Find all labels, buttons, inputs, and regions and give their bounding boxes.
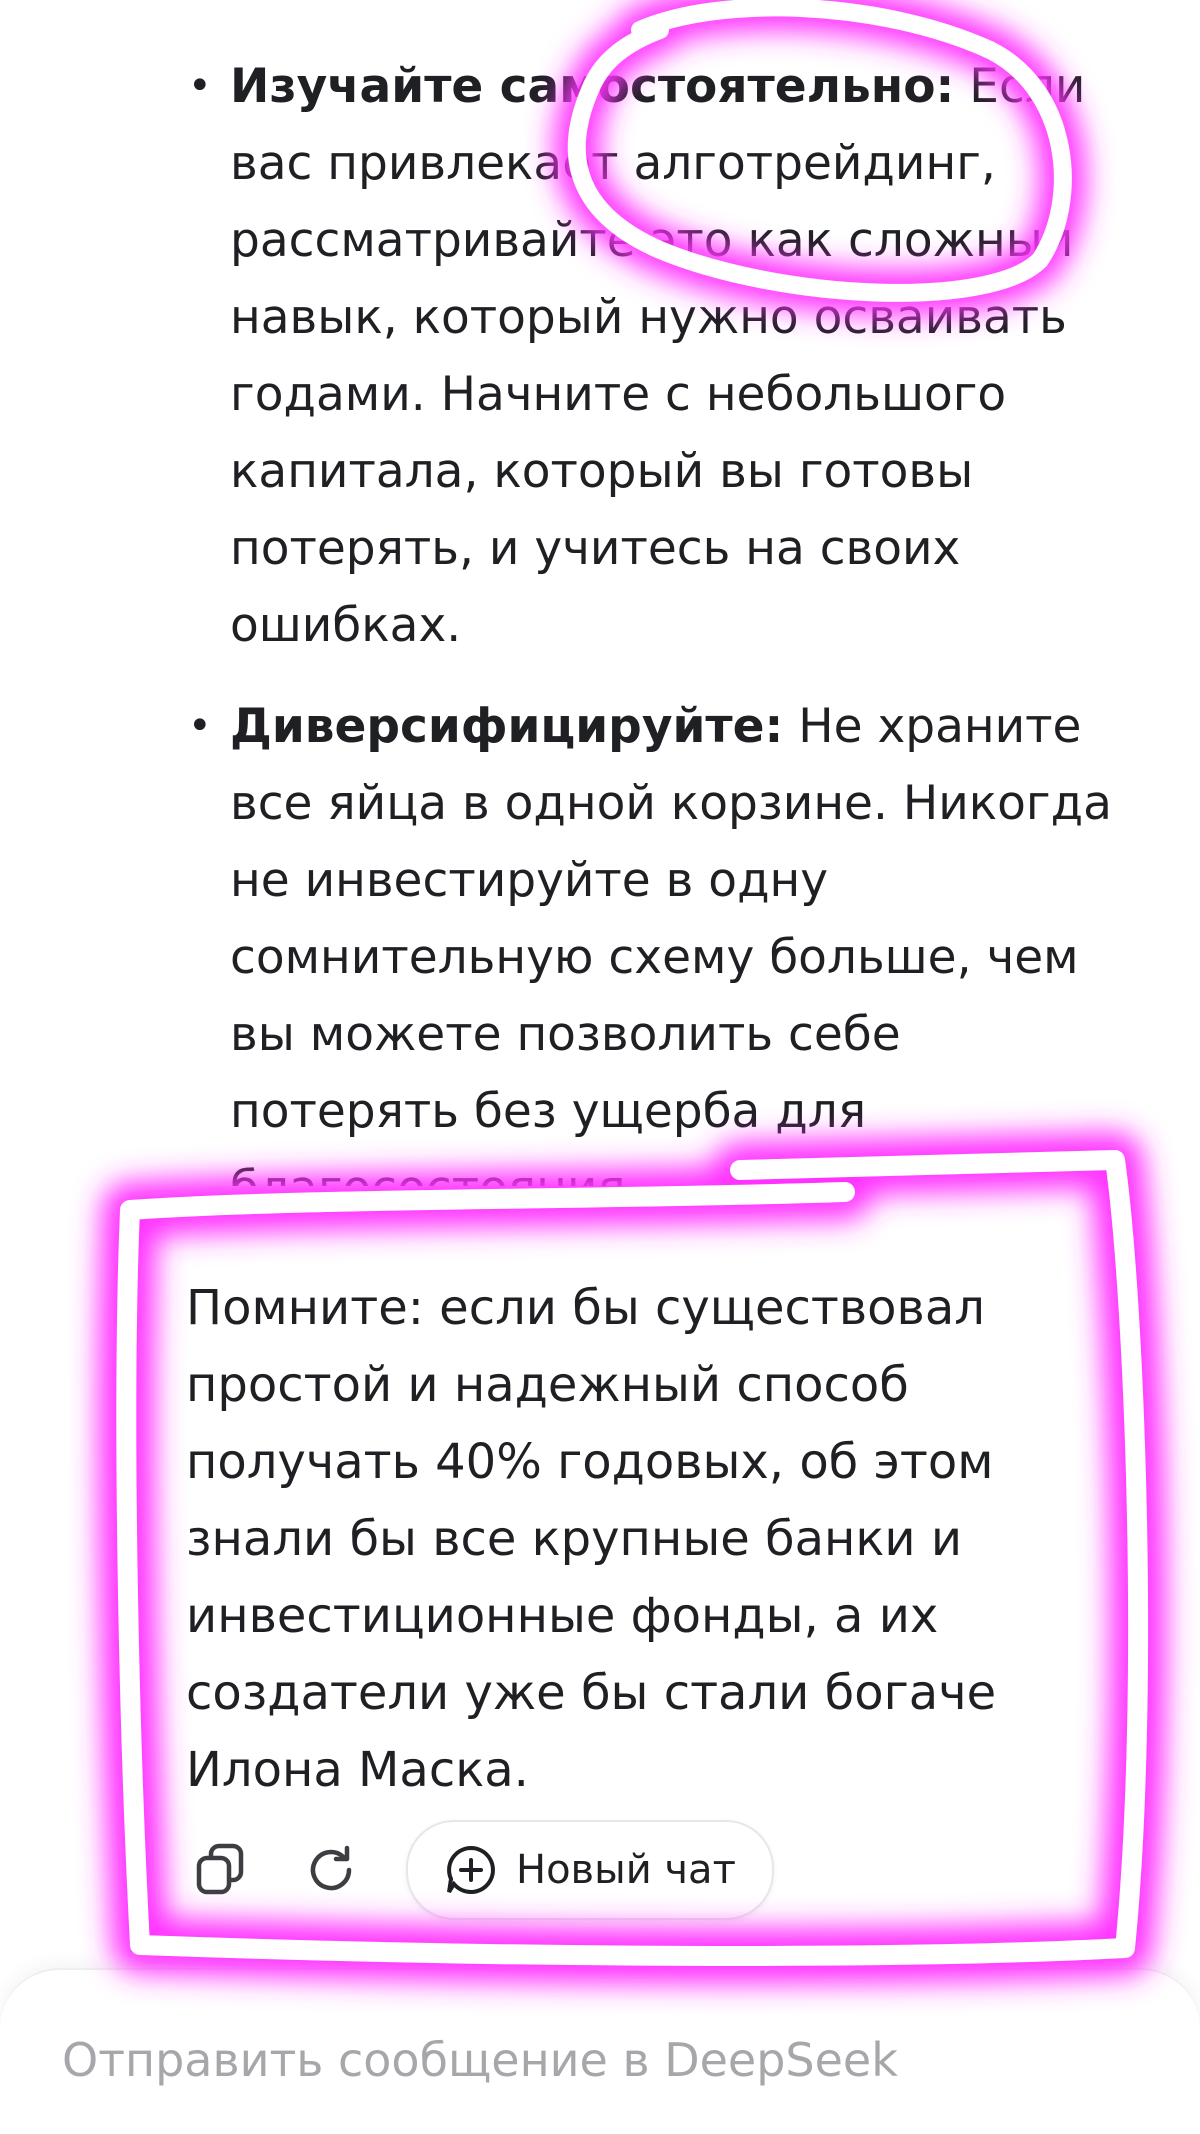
regenerate-button[interactable] xyxy=(296,1835,366,1905)
bullet-icon: • xyxy=(188,63,212,109)
bullet-text-cut: благосостояния. xyxy=(230,1150,1128,1186)
list-item: • Изучайте самостоятельно: Если вас прив… xyxy=(188,48,1128,664)
bullet-title: Изучайте самостоятельно: xyxy=(230,59,955,114)
bullet-text: Если вас привлекает алготрейдинг, рассма… xyxy=(230,59,1086,653)
list-item: • Диверсифицируйте: Не храните все яйца … xyxy=(188,688,1128,1186)
new-chat-icon xyxy=(444,1843,498,1897)
chat-message-area: • Изучайте самостоятельно: Если вас прив… xyxy=(0,0,1200,2134)
bullet-text: Не храните все яйца в одной корзине. Ник… xyxy=(230,699,1112,1139)
message-input-bar xyxy=(0,1968,1200,2134)
new-chat-button[interactable]: Новый чат xyxy=(406,1820,774,1920)
copy-button[interactable] xyxy=(186,1835,256,1905)
message-input[interactable] xyxy=(60,2032,1064,2088)
new-chat-label: Новый чат xyxy=(516,1847,736,1893)
copy-icon xyxy=(196,1843,244,1895)
advice-list: • Изучайте самостоятельно: Если вас прив… xyxy=(188,48,1128,1210)
message-actions: Новый чат xyxy=(186,1820,774,1920)
refresh-icon xyxy=(310,1845,352,1891)
bullet-icon: • xyxy=(188,703,212,749)
bullet-title: Диверсифицируйте: xyxy=(230,699,784,754)
reminder-paragraph: Помните: если бы существовал простой и н… xyxy=(186,1280,997,1798)
